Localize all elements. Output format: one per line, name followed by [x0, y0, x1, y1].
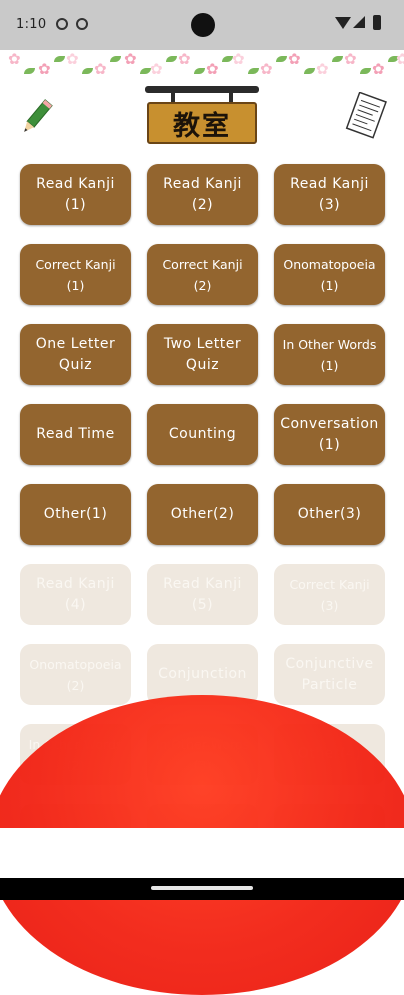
home-gesture-handle[interactable] [151, 886, 253, 890]
lesson-button[interactable]: Conversation (1) [274, 404, 385, 465]
lesson-button: Read Kanji (5) [147, 564, 258, 625]
lesson-button: Correct Kanji (3) [274, 564, 385, 625]
bottom-blank-area [0, 828, 404, 878]
lesson-button[interactable]: Read Kanji (3) [274, 164, 385, 225]
lesson-button: Conjunctive Particle [274, 644, 385, 705]
lesson-button[interactable]: Other(1) [20, 484, 131, 545]
lesson-button[interactable]: Read Kanji (1) [20, 164, 131, 225]
lesson-button[interactable]: Read Kanji (2) [147, 164, 258, 225]
lesson-button[interactable]: Other(2) [147, 484, 258, 545]
lesson-button: Read Kanji (4) [20, 564, 131, 625]
lesson-button: Onomatopoeia (2) [20, 644, 131, 705]
lesson-button[interactable]: One Letter Quiz [20, 324, 131, 385]
lesson-button[interactable]: Other(3) [274, 484, 385, 545]
lesson-button[interactable]: Correct Kanji (1) [20, 244, 131, 305]
lesson-button[interactable]: Correct Kanji (2) [147, 244, 258, 305]
lesson-button[interactable]: Read Time [20, 404, 131, 465]
lesson-button[interactable]: Counting [147, 404, 258, 465]
lesson-button[interactable]: Two Letter Quiz [147, 324, 258, 385]
lesson-button[interactable]: Onomatopoeia (1) [274, 244, 385, 305]
lesson-button[interactable]: In Other Words (1) [274, 324, 385, 385]
